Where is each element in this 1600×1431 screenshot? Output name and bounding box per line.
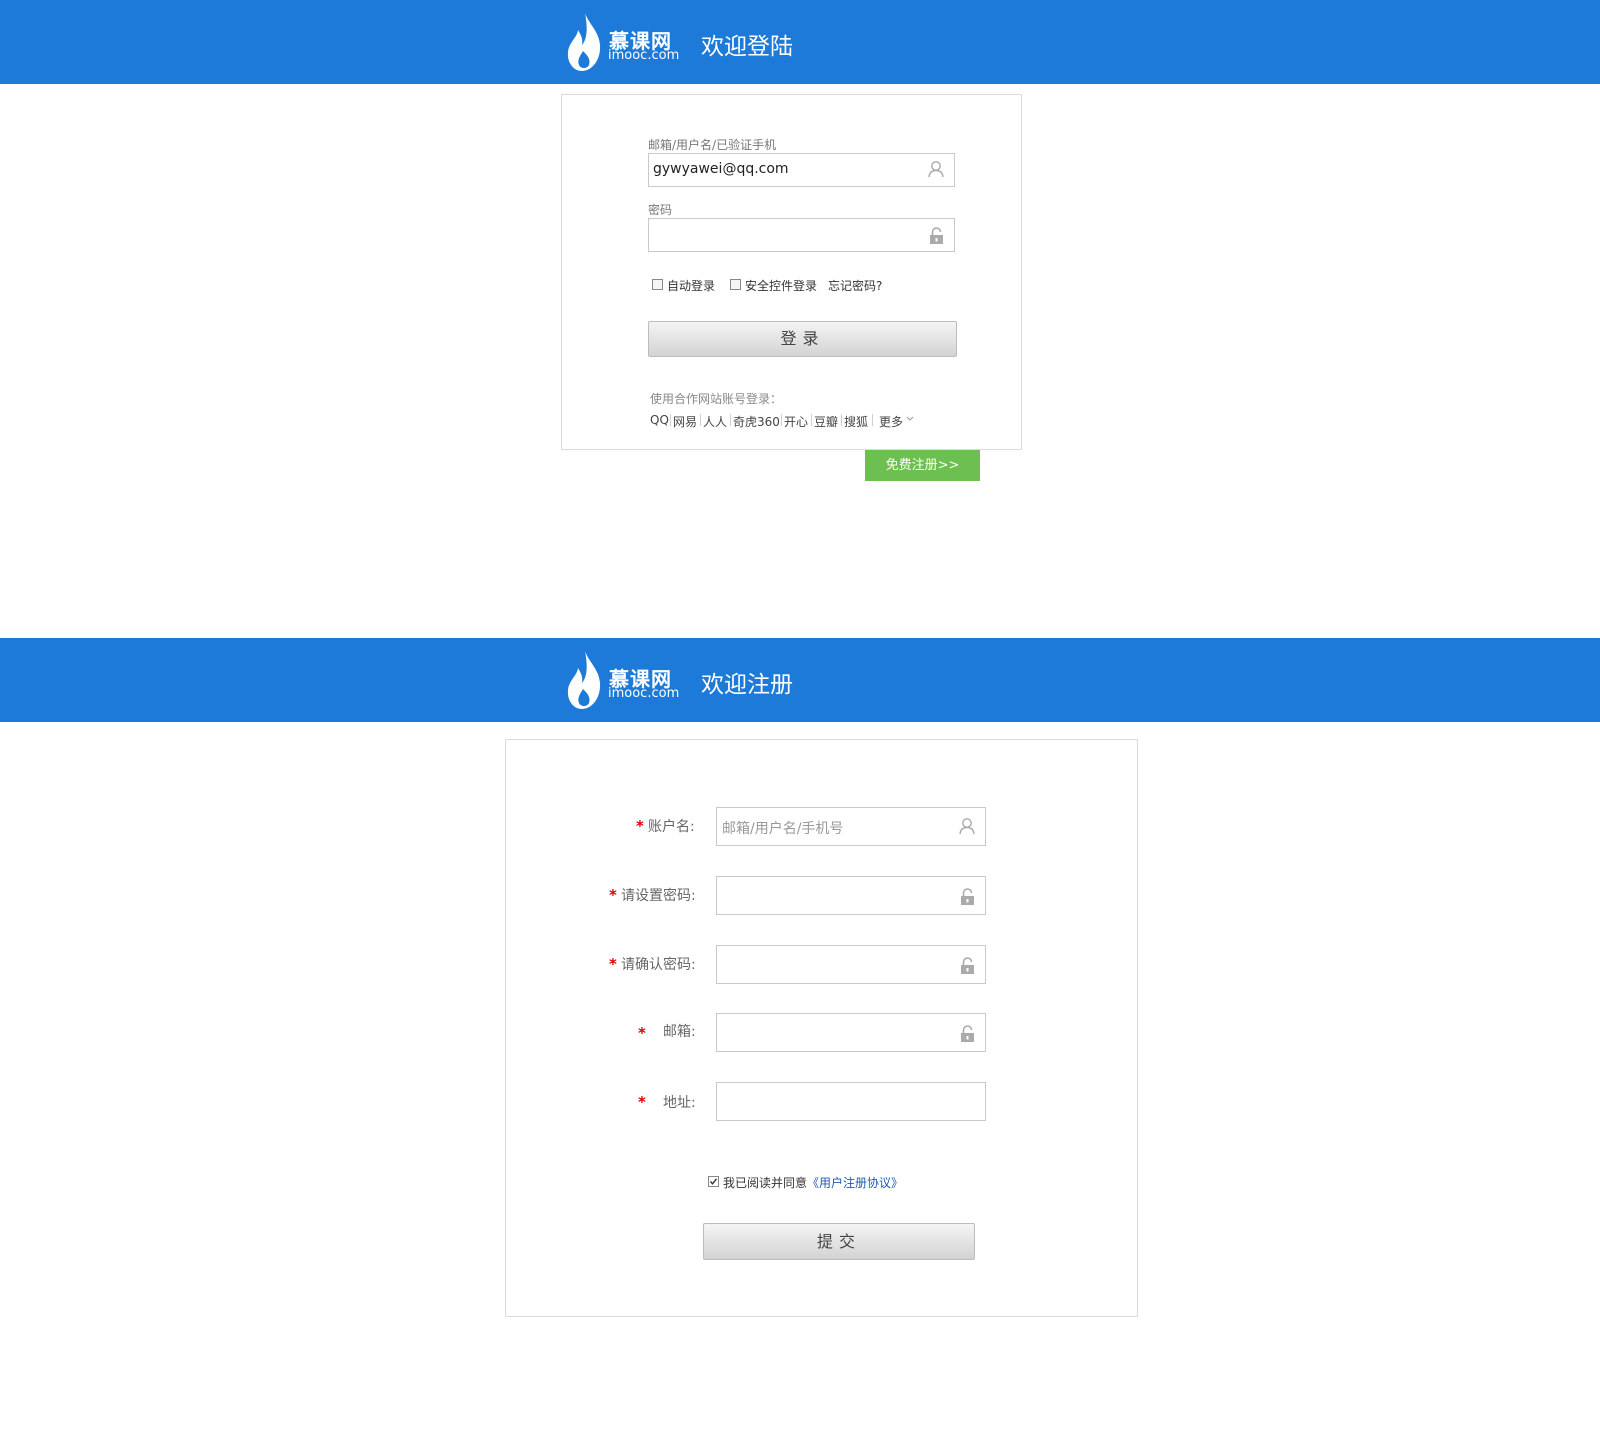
email-input[interactable]	[716, 1013, 986, 1052]
partner-qihoo360[interactable]: 奇虎360	[733, 413, 780, 430]
login-header: 慕课网 imooc.com 欢迎登陆	[0, 0, 1600, 84]
required-mark: *	[638, 1093, 646, 1111]
account-name-placeholder: 邮箱/用户名/手机号	[722, 821, 844, 837]
required-mark: *	[609, 955, 617, 973]
flame-logo-icon	[567, 651, 601, 709]
partner-douban[interactable]: 豆瓣	[814, 413, 838, 430]
lock-icon	[961, 957, 974, 974]
partner-more[interactable]: 更多	[879, 413, 903, 430]
partner-qq[interactable]: QQ	[650, 413, 669, 427]
chevron-down-icon	[906, 416, 914, 421]
address-input[interactable]	[716, 1082, 986, 1121]
account-label: 邮箱/用户名/已验证手机	[648, 138, 777, 152]
auto-login-label: 自动登录	[667, 279, 716, 293]
brand-name-en: imooc.com	[608, 686, 680, 701]
separator	[872, 414, 873, 426]
checkmark-icon	[709, 1178, 718, 1185]
register-header: 慕课网 imooc.com 欢迎注册	[0, 638, 1600, 722]
secure-login-checkbox[interactable]	[730, 279, 741, 290]
brand-name-en: imooc.com	[608, 48, 680, 63]
required-mark: *	[609, 886, 617, 904]
email-label: 邮箱:	[663, 1024, 696, 1040]
submit-button[interactable]: 提交	[703, 1223, 975, 1260]
account-value: gywyawei@qq.com	[653, 161, 789, 177]
agreement-checkbox[interactable]	[708, 1176, 719, 1187]
agreement-text: 我已阅读并同意《用户注册协议》	[723, 1174, 903, 1191]
set-password-input[interactable]	[716, 876, 986, 915]
account-name-input[interactable]: 邮箱/用户名/手机号	[716, 807, 986, 846]
confirm-password-label: 请确认密码:	[621, 957, 696, 973]
address-label: 地址:	[663, 1095, 696, 1111]
user-icon	[959, 818, 975, 835]
free-register-button[interactable]: 免费注册>>	[865, 450, 980, 481]
password-input[interactable]	[648, 218, 955, 252]
login-button[interactable]: 登录	[648, 321, 957, 357]
partner-netease[interactable]: 网易	[673, 413, 697, 430]
lock-icon	[930, 227, 943, 244]
lock-icon	[961, 1025, 974, 1042]
lock-icon	[961, 888, 974, 905]
agreement-link[interactable]: 《用户注册协议》	[807, 1176, 903, 1190]
separator	[811, 414, 812, 426]
flame-logo-icon	[567, 13, 601, 71]
login-panel	[561, 94, 1022, 450]
auto-login-checkbox[interactable]	[652, 279, 663, 290]
secure-login-label: 安全控件登录	[745, 279, 818, 293]
separator	[700, 414, 701, 426]
partner-sohu[interactable]: 搜狐	[844, 413, 868, 430]
separator	[841, 414, 842, 426]
set-password-label: 请设置密码:	[621, 888, 696, 904]
page-title: 欢迎登陆	[701, 34, 793, 60]
forgot-password-link[interactable]: 忘记密码?	[828, 277, 882, 294]
separator	[781, 414, 782, 426]
account-input[interactable]: gywyawei@qq.com	[648, 153, 955, 187]
separator	[670, 414, 671, 426]
separator	[730, 414, 731, 426]
confirm-password-input[interactable]	[716, 945, 986, 984]
agreement-label: 我已阅读并同意	[723, 1176, 808, 1190]
account-name-label: 账户名:	[648, 819, 695, 835]
partner-kaixin[interactable]: 开心	[784, 413, 808, 430]
password-label: 密码	[648, 203, 673, 217]
partner-renren[interactable]: 人人	[703, 413, 727, 430]
required-mark: *	[638, 1024, 646, 1042]
partner-label: 使用合作网站账号登录：	[650, 392, 783, 406]
user-icon	[928, 161, 944, 178]
brand-logo[interactable]: 慕课网 imooc.com	[565, 646, 685, 716]
brand-logo[interactable]: 慕课网 imooc.com	[565, 8, 685, 78]
page-title: 欢迎注册	[701, 672, 793, 698]
required-mark: *	[636, 817, 644, 835]
